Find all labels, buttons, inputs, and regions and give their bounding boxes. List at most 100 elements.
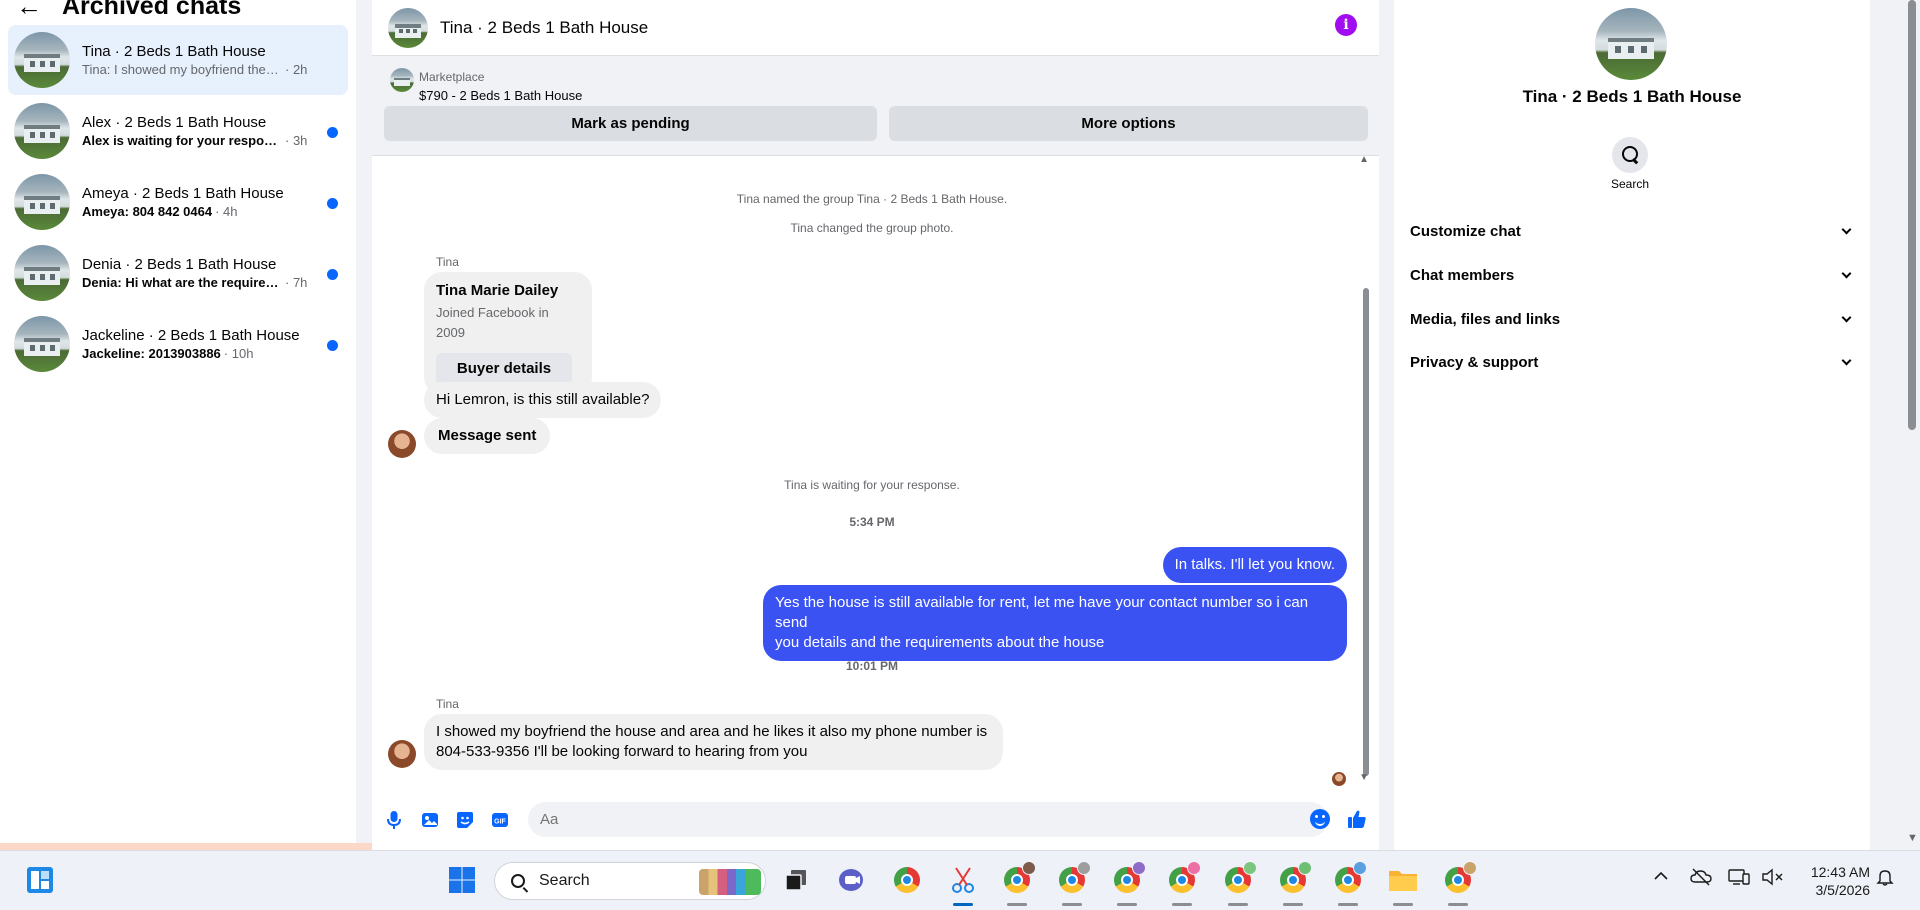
search-highlight-books-icon bbox=[699, 869, 761, 895]
sender-avatar bbox=[388, 740, 416, 768]
running-app-indicator bbox=[1338, 903, 1358, 906]
message-input[interactable] bbox=[528, 802, 1328, 837]
emoji-icon[interactable] bbox=[1310, 809, 1330, 829]
photo-icon[interactable] bbox=[420, 810, 440, 830]
scroll-up-arrow-icon[interactable]: ▲ bbox=[1359, 154, 1369, 165]
chat-name: Ameya · 2 Beds 1 Bath House bbox=[82, 185, 284, 202]
listing-thumbnail[interactable] bbox=[390, 68, 414, 92]
task-view-icon[interactable] bbox=[781, 865, 811, 895]
running-app-indicator bbox=[1283, 903, 1303, 906]
mark-as-pending-button[interactable]: Mark as pending bbox=[384, 106, 877, 141]
chrome-profile-icon[interactable] bbox=[1278, 861, 1312, 895]
chat-preview: Tina: I showed my boyfriend the hous...·… bbox=[82, 62, 308, 77]
clock-date: 3/5/2026 bbox=[1815, 882, 1871, 898]
system-message: Tina is waiting for your response. bbox=[784, 478, 960, 492]
message-list: Tina named the group Tina · 2 Beds 1 Bat… bbox=[372, 150, 1372, 790]
chat-details-panel: Tina · 2 Beds 1 Bath House Search Custom… bbox=[1394, 0, 1870, 850]
marketplace-label: Marketplace bbox=[419, 70, 485, 84]
speaker-muted-icon[interactable] bbox=[1762, 868, 1784, 890]
archived-chats-sidebar: ← Archived chats Tina · 2 Beds 1 Bath Ho… bbox=[0, 0, 634, 850]
buyer-profile-card: Tina Marie Dailey Joined Facebook in 200… bbox=[424, 272, 592, 395]
chevron-down-icon bbox=[1841, 355, 1852, 365]
system-message: Tina named the group Tina · 2 Beds 1 Bat… bbox=[736, 192, 1008, 206]
chat-preview: Ameya: 804 842 0464 · 4h bbox=[82, 204, 238, 219]
page-scrollbar[interactable]: ▼ bbox=[1904, 0, 1920, 850]
sender-name: Tina bbox=[436, 255, 459, 269]
chrome-icon[interactable] bbox=[892, 865, 922, 895]
show-hidden-icons-chevron-icon[interactable] bbox=[1653, 868, 1669, 888]
privacy-support-section[interactable]: Privacy & support bbox=[1410, 342, 1854, 382]
chat-preview: Jackeline: 2013903886 · 10h bbox=[82, 346, 254, 361]
unread-dot-icon bbox=[327, 340, 338, 351]
chrome-profile-icon[interactable] bbox=[1223, 861, 1257, 895]
search-icon[interactable] bbox=[1612, 137, 1648, 173]
thumbs-up-icon[interactable] bbox=[1347, 809, 1367, 829]
chat-avatar bbox=[14, 316, 70, 372]
chat-members-section[interactable]: Chat members bbox=[1410, 255, 1854, 295]
outgoing-message: Yes the house is still available for ren… bbox=[763, 585, 1347, 661]
snipping-tool-icon[interactable] bbox=[948, 865, 978, 895]
gif-icon[interactable]: GIF bbox=[490, 810, 510, 830]
scroll-down-arrow-icon[interactable]: ▼ bbox=[1359, 772, 1369, 783]
conversation-header: Tina · 2 Beds 1 Bath House i bbox=[372, 0, 1379, 56]
chat-list-item[interactable]: Denia · 2 Beds 1 Bath House Denia: Hi wh… bbox=[8, 238, 348, 308]
chat-avatar bbox=[14, 174, 70, 230]
chrome-profile-icon[interactable] bbox=[1112, 861, 1146, 895]
notification-bell-icon[interactable] bbox=[1876, 868, 1894, 890]
chrome-profile-icon[interactable] bbox=[1167, 861, 1201, 895]
message-composer: GIF bbox=[372, 800, 1379, 840]
buyer-joined: Joined Facebook in 2009 bbox=[436, 305, 549, 340]
unread-dot-icon bbox=[327, 269, 338, 280]
chrome-profile-icon[interactable] bbox=[1057, 861, 1091, 895]
taskbar-search-box[interactable]: Search bbox=[494, 862, 766, 900]
details-chat-name: Tina · 2 Beds 1 Bath House bbox=[1522, 87, 1742, 106]
chrome-profile-icon[interactable] bbox=[1002, 861, 1036, 895]
details-avatar[interactable] bbox=[1595, 8, 1667, 80]
chat-list-item[interactable]: Alex · 2 Beds 1 Bath House Alex is waiti… bbox=[8, 96, 348, 166]
outgoing-message: In talks. I'll let you know. bbox=[1162, 547, 1347, 583]
chat-list-item[interactable]: Ameya · 2 Beds 1 Bath House Ameya: 804 8… bbox=[8, 167, 348, 237]
chevron-down-icon bbox=[1841, 312, 1852, 322]
widgets-icon[interactable] bbox=[25, 865, 55, 895]
buyer-details-button[interactable]: Buyer details bbox=[436, 353, 572, 385]
clock[interactable]: 12:43 AM 3/5/2026 bbox=[1798, 863, 1870, 899]
page-scroll-down-icon[interactable]: ▼ bbox=[1907, 832, 1918, 844]
conversation-avatar[interactable] bbox=[388, 7, 428, 48]
back-arrow-icon[interactable]: ← bbox=[16, 0, 42, 19]
info-icon[interactable]: i bbox=[1335, 14, 1357, 36]
file-explorer-icon[interactable] bbox=[1388, 865, 1418, 895]
running-app-indicator bbox=[1117, 903, 1137, 906]
chat-preview: Denia: Hi what are the requiremen... · 7h bbox=[82, 275, 308, 290]
conversation-title[interactable]: Tina · 2 Beds 1 Bath House bbox=[440, 18, 648, 38]
taskbar-search-label: Search bbox=[539, 872, 590, 889]
chrome-profile-icon[interactable] bbox=[1443, 861, 1477, 895]
media-files-links-section[interactable]: Media, files and links bbox=[1410, 299, 1854, 339]
chat-list-item[interactable]: Tina · 2 Beds 1 Bath House Tina: I showe… bbox=[8, 25, 348, 95]
unread-dot-icon bbox=[327, 198, 338, 209]
chrome-profile-icon[interactable] bbox=[1333, 861, 1367, 895]
conversation-panel: Tina · 2 Beds 1 Bath House i Marketplace… bbox=[372, 0, 1379, 850]
microphone-icon[interactable] bbox=[384, 810, 404, 830]
running-app-indicator bbox=[1172, 903, 1192, 906]
more-options-button[interactable]: More options bbox=[889, 106, 1368, 141]
chat-list-item[interactable]: Jackeline · 2 Beds 1 Bath House Jackelin… bbox=[8, 309, 348, 379]
search-label: Search bbox=[1610, 177, 1650, 191]
timestamp: 10:01 PM bbox=[845, 659, 899, 673]
clock-time: 12:43 AM bbox=[1810, 864, 1870, 880]
onedrive-offline-icon[interactable] bbox=[1690, 868, 1712, 890]
running-app-indicator bbox=[1448, 903, 1468, 906]
customize-chat-section[interactable]: Customize chat bbox=[1410, 211, 1854, 251]
sticker-icon[interactable] bbox=[455, 810, 475, 830]
sidebar-header: ← Archived chats bbox=[16, 0, 241, 20]
teams-meet-icon[interactable] bbox=[837, 865, 867, 895]
listing-title[interactable]: $790 - 2 Beds 1 Bath House bbox=[419, 88, 582, 103]
page-scrollbar-thumb[interactable] bbox=[1908, 0, 1916, 430]
message-scrollbar-thumb[interactable] bbox=[1363, 288, 1369, 776]
unread-dot-icon bbox=[327, 127, 338, 138]
seen-receipt-avatar bbox=[1332, 772, 1346, 786]
sender-name: Tina bbox=[436, 697, 459, 711]
buyer-name: Tina Marie Dailey bbox=[436, 282, 559, 299]
start-windows-icon[interactable] bbox=[447, 865, 477, 895]
running-app-indicator bbox=[1228, 903, 1248, 906]
network-display-icon[interactable] bbox=[1728, 868, 1750, 890]
